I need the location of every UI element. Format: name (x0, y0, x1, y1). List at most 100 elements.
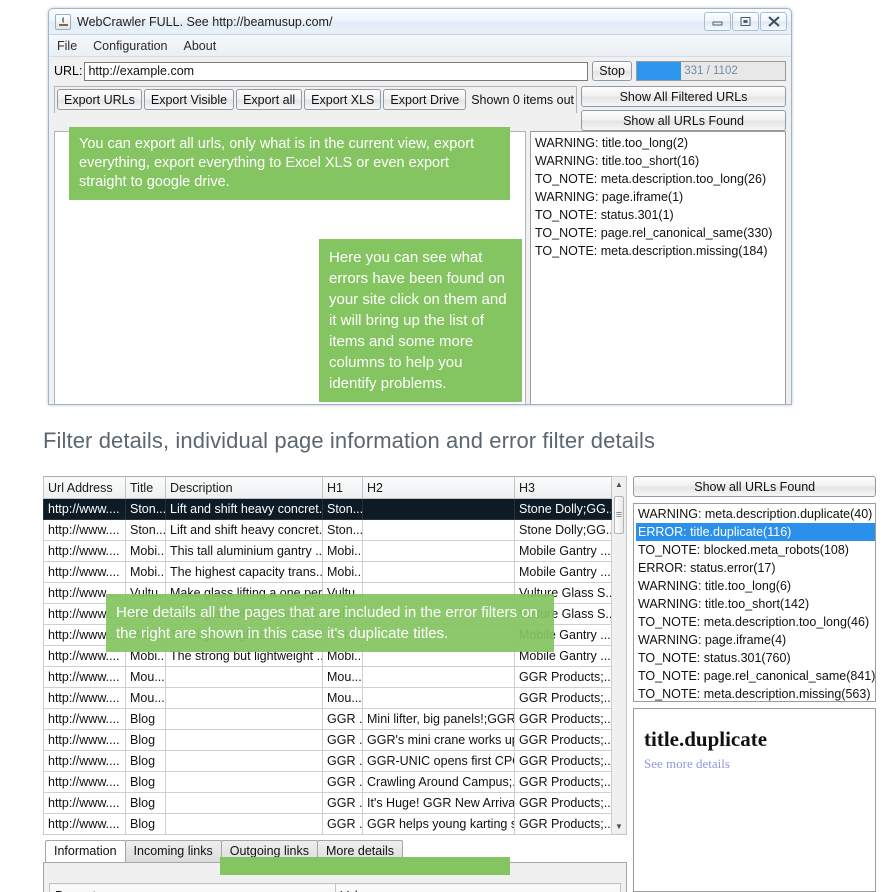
callout-export-annotation: You can export all urls, only what is in… (69, 127, 510, 200)
cell-h2: Crawling Around Campus;... (362, 771, 515, 793)
scrollbar-thumb[interactable] (614, 496, 624, 534)
cell-h3: GGR Products;... (514, 813, 612, 835)
cell-url: http://www.... (43, 666, 126, 688)
export-all-button[interactable]: Export all (236, 89, 303, 110)
table-row[interactable]: http://www.... Blog GGR ... GGR's mini c… (43, 729, 612, 751)
filter-item-title-too-long[interactable]: WARNING: title.too_long(6) (636, 577, 875, 595)
cell-h2: GGR-UNIC opens first CPC... (362, 750, 515, 772)
close-button[interactable] (760, 12, 787, 31)
cell-h1: GGR ... (322, 792, 363, 814)
cell-h2 (362, 540, 515, 562)
filter-item-meta-description-duplicate[interactable]: WARNING: meta.description.duplicate(40) (636, 505, 875, 523)
filter-item-title-too-short[interactable]: WARNING: title.too_short(142) (636, 595, 875, 613)
table-row[interactable]: http://www.... Blog GGR ... GGR helps yo… (43, 813, 612, 835)
window-controls (703, 12, 787, 31)
crawl-progress-bar: 331 / 1102 (636, 61, 786, 81)
show-all-urls-found-button-bottom[interactable]: Show all URLs Found (633, 476, 877, 497)
table-row[interactable]: http://www.... Mobi... The highest capac… (43, 561, 612, 583)
filter-item-title-duplicate[interactable]: ERROR: title.duplicate(116) (636, 523, 876, 541)
filter-item-meta-description-too-long[interactable]: TO_NOTE: meta.description.too_long(46) (636, 613, 875, 631)
tab-incoming-links[interactable]: Incoming links (124, 840, 222, 862)
export-visible-button[interactable]: Export Visible (143, 89, 235, 110)
cell-description (165, 729, 323, 751)
cell-title: Blog (125, 729, 166, 751)
property-table-header: Property Value (49, 883, 621, 892)
filter-item[interactable]: WARNING: title.too_long(2) (533, 134, 785, 152)
scroll-up-arrow[interactable]: ▲ (612, 477, 626, 492)
filter-item-meta-description-missing[interactable]: TO_NOTE: meta.description.missing(563) (636, 685, 875, 701)
tab-information[interactable]: Information (45, 840, 126, 862)
cell-h1: Ston... (322, 498, 363, 520)
table-row[interactable]: http://www.... Blog GGR ... Crawling Aro… (43, 771, 612, 793)
cell-h3: Stone Dolly;GG... (514, 498, 612, 520)
column-header-h1[interactable]: H1 (322, 476, 363, 499)
cell-url: http://www.... (43, 771, 126, 793)
table-row[interactable]: http://www.... Ston... Lift and shift he… (43, 519, 612, 541)
show-all-urls-found-button[interactable]: Show all URLs Found (581, 110, 786, 131)
cell-title: Mou... (125, 687, 166, 709)
url-input[interactable]: http://example.com (84, 61, 589, 81)
cell-h2 (362, 561, 515, 583)
filter-item[interactable]: WARNING: page.iframe(1) (533, 188, 785, 206)
cell-h3: Mobile Gantry ... (514, 540, 612, 562)
filter-list-top[interactable]: WARNING: title.too_long(2) WARNING: titl… (530, 131, 786, 404)
callout-errors-annotation: Here you can see what errors have been f… (319, 239, 522, 402)
filter-item-status-error[interactable]: ERROR: status.error(17) (636, 559, 875, 577)
show-all-filtered-urls-button[interactable]: Show All Filtered URLs (581, 86, 786, 107)
error-filter-list[interactable]: WARNING: meta.description.duplicate(40) … (633, 503, 877, 702)
column-header-h3[interactable]: H3 (514, 476, 612, 499)
filter-item[interactable]: TO_NOTE: meta.description.missing(184) (533, 242, 785, 260)
cell-h2 (362, 519, 515, 541)
column-header-url-address[interactable]: Url Address (43, 476, 126, 499)
progress-text: 331 / 1102 (684, 65, 738, 77)
export-urls-button[interactable]: Export URLs (57, 89, 142, 110)
table-row[interactable]: http://www.... Mobi... This tall alumini… (43, 540, 612, 562)
filter-item[interactable]: WARNING: title.too_short(16) (533, 152, 785, 170)
filter-item[interactable]: TO_NOTE: page.rel_canonical_same(330) (533, 224, 785, 242)
cell-url: http://www.... (43, 498, 126, 520)
column-header-h2[interactable]: H2 (362, 476, 515, 499)
filter-detail-title: title.duplicate (644, 727, 768, 751)
cell-h1: GGR ... (322, 771, 363, 793)
table-row[interactable]: http://www.... Mou... Mou... GGR Product… (43, 687, 612, 709)
filter-item-page-iframe[interactable]: WARNING: page.iframe(4) (636, 631, 875, 649)
filter-item-page-rel-canonical-same[interactable]: TO_NOTE: page.rel_canonical_same(841) (636, 667, 875, 685)
table-row[interactable]: http://www.... Blog GGR ... GGR-UNIC ope… (43, 750, 612, 772)
filter-detail-link[interactable]: See more details (644, 756, 867, 772)
table-row[interactable]: http://www.... Blog GGR ... It's Huge! G… (43, 792, 612, 814)
cell-h3: GGR Products;... (514, 687, 612, 709)
filter-item-status-301[interactable]: TO_NOTE: status.301(760) (636, 649, 875, 667)
cell-description (165, 750, 323, 772)
export-drive-button[interactable]: Export Drive (383, 89, 467, 110)
filter-item[interactable]: TO_NOTE: status.301(1) (533, 206, 785, 224)
filter-item-blocked-meta-robots[interactable]: TO_NOTE: blocked.meta_robots(108) (636, 541, 875, 559)
menu-item-configuration[interactable]: Configuration (93, 39, 167, 53)
cell-url: http://www.... (43, 519, 126, 541)
url-results-table: Url Address Title Description H1 H2 H3 h… (43, 476, 612, 835)
column-header-description[interactable]: Description (165, 476, 323, 499)
shown-items-status: Shown 0 items out (471, 92, 575, 107)
table-row[interactable]: http://www.... Blog GGR ... Mini lifter,… (43, 708, 612, 730)
export-xls-button[interactable]: Export XLS (304, 89, 382, 110)
minimize-button[interactable] (704, 12, 731, 31)
title-bar: WebCrawler FULL. See http://beamusup.com… (49, 9, 791, 35)
cell-h2 (362, 666, 515, 688)
java-coffee-cup-icon (55, 13, 71, 30)
table-row[interactable]: http://www.... Mou... Mou... GGR Product… (43, 666, 612, 688)
menu-item-file[interactable]: File (57, 39, 77, 53)
cell-description (165, 687, 323, 709)
cell-h1: Ston... (322, 519, 363, 541)
table-vertical-scrollbar[interactable]: ▲ ▼ (612, 476, 627, 835)
scroll-down-arrow[interactable]: ▼ (612, 819, 626, 834)
cell-description (165, 708, 323, 730)
cell-h1: GGR ... (322, 813, 363, 835)
table-row[interactable]: http://www.... Ston... Lift and shift he… (43, 498, 612, 520)
cell-url: http://www.... (43, 750, 126, 772)
stop-button[interactable]: Stop (592, 61, 632, 81)
column-header-title[interactable]: Title (125, 476, 166, 499)
cell-h3: Stone Dolly;GG... (514, 519, 612, 541)
filter-item[interactable]: TO_NOTE: meta.description.too_long(26) (533, 170, 785, 188)
menu-item-about[interactable]: About (184, 39, 217, 53)
cell-h2 (362, 498, 515, 520)
maximize-button[interactable] (732, 12, 759, 31)
